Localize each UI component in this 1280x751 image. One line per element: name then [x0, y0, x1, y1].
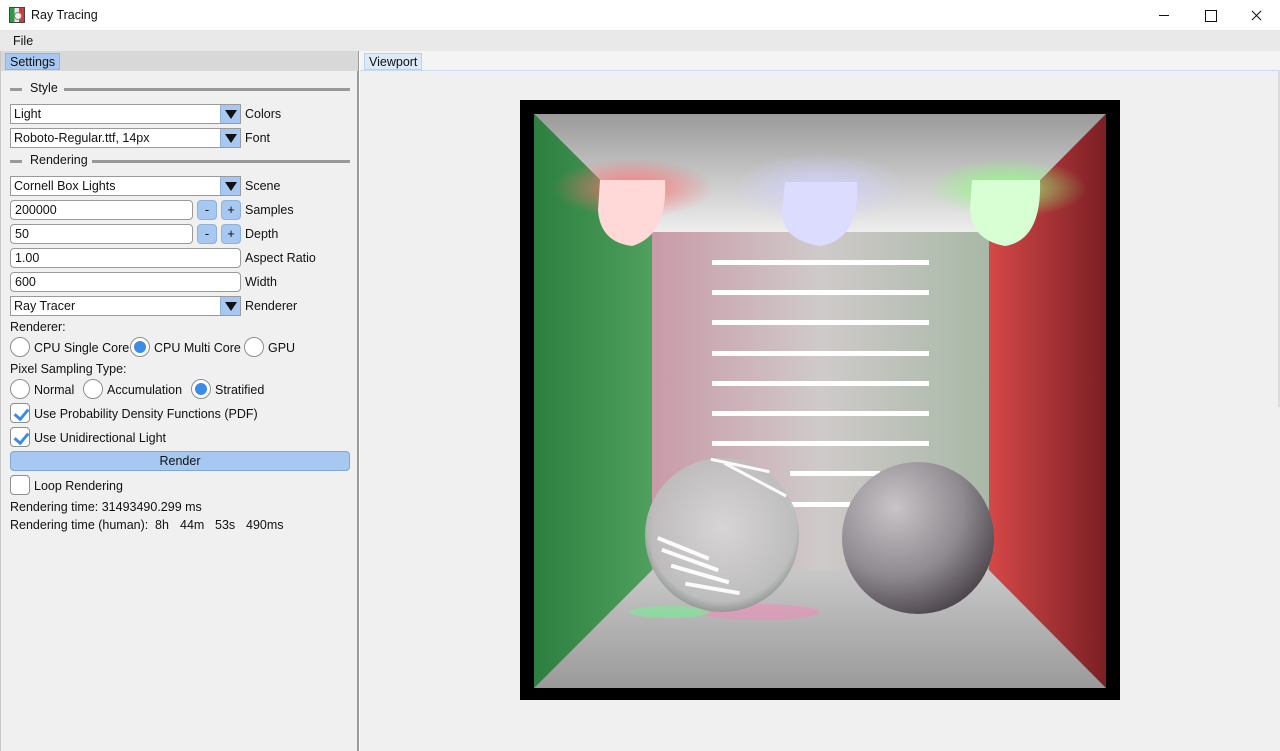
- radio-gpu[interactable]: [244, 337, 264, 357]
- radio-label-gpu: GPU: [268, 341, 296, 355]
- font-label: Font: [245, 131, 271, 145]
- rendering-section-label: Rendering: [30, 153, 88, 167]
- minimize-button[interactable]: [1141, 0, 1187, 31]
- style-separator: Style: [10, 81, 350, 95]
- use-pdf-checkbox[interactable]: [10, 403, 30, 423]
- loop-rendering-checkbox[interactable]: [10, 475, 30, 495]
- render-button[interactable]: Render: [10, 451, 350, 471]
- scene-label: Scene: [245, 179, 281, 193]
- rendering-time-hours: 8h: [155, 518, 169, 532]
- radio-cpu-single-core[interactable]: [10, 337, 30, 357]
- radio-label-normal: Normal: [34, 383, 75, 397]
- font-select[interactable]: Roboto-Regular.ttf, 14px: [10, 128, 241, 148]
- rendering-separator: Rendering: [10, 153, 350, 167]
- dropdown-arrow-icon[interactable]: [220, 129, 240, 147]
- cornell-box-render: [520, 100, 1120, 700]
- radio-label-cpu-single-core: CPU Single Core: [34, 341, 130, 355]
- maximize-button[interactable]: [1187, 0, 1233, 31]
- use-unidirectional-light-checkbox[interactable]: [10, 427, 30, 447]
- rendering-time-human-label: Rendering time (human):: [10, 518, 149, 532]
- samples-input[interactable]: 200000: [10, 200, 193, 220]
- samples-decrement-button[interactable]: -: [197, 200, 217, 220]
- menu-file[interactable]: File: [13, 34, 33, 48]
- dropdown-arrow-icon[interactable]: [220, 297, 240, 315]
- use-unidirectional-light-label: Use Unidirectional Light: [34, 431, 167, 445]
- colors-select[interactable]: Light: [10, 104, 241, 124]
- tab-viewport[interactable]: Viewport: [364, 53, 423, 70]
- settings-panel: Settings Style Light Colors Roboto-Regul…: [0, 51, 359, 751]
- rendering-time-minutes: 44m: [180, 518, 205, 532]
- window-title: Ray Tracing: [31, 8, 98, 22]
- width-input[interactable]: 600: [10, 272, 241, 292]
- scene-select[interactable]: Cornell Box Lights: [10, 176, 241, 196]
- menu-bar: File: [0, 31, 1280, 51]
- samples-label: Samples: [245, 203, 294, 217]
- style-section-label: Style: [30, 81, 58, 95]
- renderer-mode-heading: Renderer:: [10, 320, 66, 334]
- colors-label: Colors: [245, 107, 282, 121]
- radio-cpu-multi-core[interactable]: [130, 337, 150, 357]
- rendering-time-milliseconds: 490ms: [246, 518, 284, 532]
- radio-stratified[interactable]: [191, 379, 211, 399]
- aspect-ratio-label: Aspect Ratio: [245, 251, 316, 265]
- dropdown-arrow-icon[interactable]: [220, 105, 240, 123]
- rendering-time-text: Rendering time: 31493490.299 ms: [10, 500, 202, 514]
- radio-accumulation[interactable]: [83, 379, 103, 399]
- app-icon: [9, 7, 25, 23]
- depth-decrement-button[interactable]: -: [197, 224, 217, 244]
- renderer-label: Renderer: [245, 299, 298, 313]
- viewport-panel: Viewport: [359, 51, 1280, 751]
- radio-label-accumulation: Accumulation: [107, 383, 183, 397]
- radio-label-cpu-multi-core: CPU Multi Core: [154, 341, 241, 355]
- radio-label-stratified: Stratified: [215, 383, 265, 397]
- dropdown-arrow-icon[interactable]: [220, 177, 240, 195]
- width-label: Width: [245, 275, 277, 289]
- depth-increment-button[interactable]: +: [221, 224, 241, 244]
- radio-normal[interactable]: [10, 379, 30, 399]
- depth-label: Depth: [245, 227, 279, 241]
- tab-settings[interactable]: Settings: [5, 53, 61, 70]
- loop-rendering-label: Loop Rendering: [34, 479, 123, 493]
- pixel-sampling-heading: Pixel Sampling Type:: [10, 362, 127, 376]
- title-bar: Ray Tracing: [0, 0, 1280, 31]
- use-pdf-label: Use Probability Density Functions (PDF): [34, 407, 258, 421]
- depth-input[interactable]: 50: [10, 224, 193, 244]
- samples-increment-button[interactable]: +: [221, 200, 241, 220]
- aspect-ratio-input[interactable]: 1.00: [10, 248, 241, 268]
- rendering-time-seconds: 53s: [215, 518, 236, 532]
- rendered-image: [520, 100, 1120, 700]
- renderer-select[interactable]: Ray Tracer: [10, 296, 241, 316]
- viewport-tabstrip: [360, 51, 1280, 71]
- close-button[interactable]: [1233, 0, 1279, 31]
